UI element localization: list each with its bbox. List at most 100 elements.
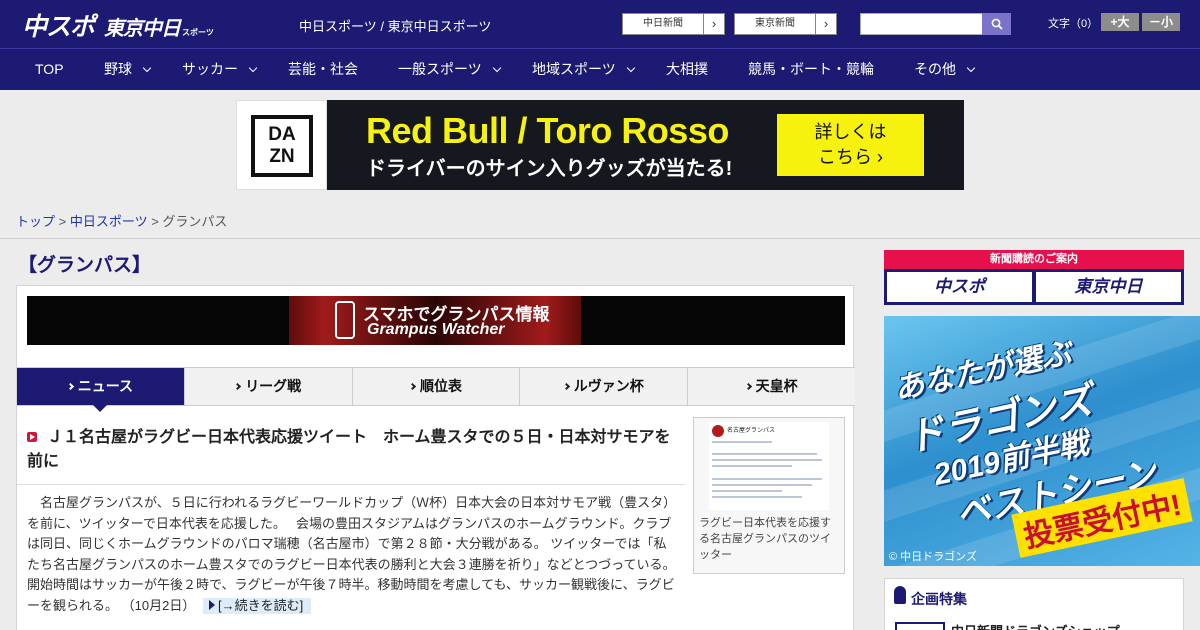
nav-item-others[interactable]: その他	[914, 49, 976, 90]
logo-tag: スポーツ	[182, 28, 214, 37]
main-nav: TOP 野球 サッカー 芸能・社会 一般スポーツ 地域スポーツ 大相撲 競馬・ボ…	[0, 48, 1200, 90]
shop-icon	[895, 622, 945, 630]
feature-item-link[interactable]: 中日新聞ドラゴンズショップ	[951, 621, 1120, 630]
nav-item-sumo[interactable]: 大相撲	[666, 49, 708, 90]
avatar	[712, 425, 724, 437]
tweet-text-line	[712, 496, 802, 498]
header-bar: 中スポ 東京中日 スポーツ 中日スポーツ / 東京中日スポーツ 中日新聞 › 東…	[0, 0, 1200, 48]
site-name-link[interactable]: 中日スポーツ / 東京中日スポーツ	[299, 16, 491, 35]
dazn-logo-box: DA ZN	[236, 100, 327, 190]
ad-headline: Red Bull / Toro Rosso	[366, 110, 729, 151]
tweet-image: 名古屋グランパス	[709, 422, 829, 510]
chevron-right-icon	[408, 382, 417, 391]
tab-standings[interactable]: 順位表	[351, 368, 520, 405]
ad-cta-line2: こちら ›	[818, 147, 883, 167]
dazn-logo-bottom: ZN	[269, 146, 295, 167]
search-input[interactable]	[860, 13, 983, 35]
ad-cta-button[interactable]: 詳しくは こちら ›	[777, 114, 924, 176]
nav-item-entertainment[interactable]: 芸能・社会	[288, 49, 358, 90]
subscription-banner[interactable]: 新聞購読のご案内 中スポ 東京中日	[884, 250, 1184, 305]
nav-item-label: 競馬・ボート・競輪	[748, 61, 874, 77]
chevron-right-icon	[562, 382, 570, 391]
nav-item-label: サッカー	[182, 61, 238, 77]
site-logo[interactable]: 中スポ 東京中日 スポーツ	[22, 7, 214, 41]
ad-cta-line1: 詳しくは	[814, 122, 887, 142]
nav-item-baseball[interactable]: 野球	[104, 49, 152, 90]
tab-label: 天皇杯	[755, 378, 798, 394]
tab-news[interactable]: ニュース	[17, 368, 184, 412]
font-size-label: 文字（0）	[1048, 18, 1099, 30]
article-date: （10月2日）	[121, 597, 196, 613]
breadcrumb-separator: >	[147, 214, 163, 229]
chevron-down-icon	[492, 63, 501, 73]
nav-item-general-sports[interactable]: 一般スポーツ	[398, 49, 501, 90]
chunichi-sports-subscribe[interactable]: 中スポ	[887, 272, 1032, 302]
breadcrumb-separator: >	[55, 214, 70, 229]
chevron-down-icon	[142, 63, 152, 73]
font-smaller-button[interactable]: －小	[1142, 13, 1180, 31]
nav-item-label: 芸能・社会	[288, 61, 358, 77]
copyright-text: © 中日ドラゴンズ	[889, 551, 977, 563]
nav-item-label: その他	[914, 61, 956, 77]
dragons-vote-ad[interactable]: あなたが選ぶ ドラゴンズ 2019前半戦 ベストシーン 投票受付中! © 中日ド…	[884, 316, 1200, 566]
article-headline[interactable]: Ｊ１名古屋がラグビー日本代表応援ツイート ホーム豊スタでの５日・日本対サモアを前…	[27, 426, 682, 474]
banner-line2: Grampus Watcher	[367, 321, 505, 338]
article-thumbnail[interactable]: 名古屋グランパス ラグビー日本代表を応援する名古屋グランパスのツイッター	[693, 417, 845, 574]
tokyo-shimbun-button[interactable]: 東京新聞 ›	[734, 13, 837, 35]
search-button[interactable]	[982, 13, 1011, 35]
tweet-account-name: 名古屋グランパス	[727, 428, 776, 434]
nav-item-top[interactable]: TOP	[35, 49, 64, 90]
dazn-ad-banner[interactable]: DA ZN Red Bull / Toro Rosso ドライバーのサイン入りグ…	[236, 100, 964, 190]
chevron-right-icon	[66, 382, 74, 391]
main-content: スマホでグランパス情報 Grampus Watcher ニュース リーグ戦 順位…	[16, 285, 855, 630]
article-headline-text: Ｊ１名古屋がラグビー日本代表応援ツイート ホーム豊スタでの５日・日本対サモアを前…	[27, 429, 671, 470]
chevron-right-icon	[744, 382, 752, 391]
paper-button-label: 東京新聞	[755, 18, 795, 29]
tab-league[interactable]: リーグ戦	[183, 368, 352, 405]
read-more-label: [→続きを読む]	[217, 597, 304, 613]
paper-button-label: 中日新聞	[643, 18, 683, 29]
smartphone-icon	[335, 301, 355, 339]
article-body-text: 名古屋グランパスが、５日に行われるラグビーワールドカップ（Ｗ杯）日本大会の日本対…	[27, 495, 677, 613]
grampus-watcher-banner[interactable]: スマホでグランパス情報 Grampus Watcher	[27, 296, 845, 345]
nav-item-label: 大相撲	[666, 61, 708, 77]
breadcrumb-chunichi-sports-link[interactable]: 中日スポーツ	[70, 214, 148, 229]
tweet-text-line	[712, 490, 782, 492]
tab-label: リーグ戦	[245, 378, 302, 394]
nav-item-racing[interactable]: 競馬・ボート・競輪	[748, 49, 874, 90]
logo-sub: 東京中日	[104, 18, 181, 40]
dazn-logo: DA ZN	[251, 115, 313, 177]
logo-main: 中スポ	[22, 13, 95, 41]
tweet-text-line	[712, 459, 822, 461]
breadcrumb-top-link[interactable]: トップ	[16, 214, 55, 229]
chevron-down-icon	[966, 63, 976, 73]
font-larger-button[interactable]: +大	[1101, 13, 1139, 31]
chunichi-shimbun-button[interactable]: 中日新聞 ›	[622, 13, 725, 35]
nav-item-label: 野球	[104, 61, 132, 77]
nav-item-label: 地域スポーツ	[532, 61, 616, 77]
nav-item-soccer[interactable]: サッカー	[182, 49, 258, 90]
pin-icon	[894, 586, 906, 604]
subscription-bar: 新聞購読のご案内	[884, 250, 1184, 269]
dazn-logo-top: DA	[268, 124, 296, 145]
triangle-right-icon	[208, 599, 215, 610]
feature-section: 企画特集 中日新聞ドラゴンズショップ	[884, 578, 1184, 630]
tokyo-chunichi-subscribe[interactable]: 東京中日	[1036, 272, 1181, 302]
tweet-text-line	[712, 478, 822, 480]
chevron-down-icon	[248, 63, 258, 73]
nav-item-local-sports[interactable]: 地域スポーツ	[532, 49, 635, 90]
nav-item-label: TOP	[35, 61, 64, 77]
tab-levain-cup[interactable]: ルヴァン杯	[519, 368, 688, 405]
chevron-down-icon	[626, 63, 635, 73]
tab-emperors-cup[interactable]: 天皇杯	[687, 368, 855, 405]
category-tabs: ニュース リーグ戦 順位表 ルヴァン杯 天皇杯	[17, 367, 855, 412]
chevron-right-icon: ›	[703, 14, 724, 34]
tweet-text-line	[712, 453, 817, 455]
thumbnail-caption: ラグビー日本代表を応援する名古屋グランパスのツイッター	[699, 517, 831, 561]
read-more-link[interactable]: [→続きを読む]	[202, 597, 312, 614]
nav-item-label: 一般スポーツ	[398, 61, 482, 77]
divider	[0, 238, 1200, 239]
tweet-text-line	[712, 441, 772, 443]
chevron-right-icon	[234, 382, 242, 391]
ad-subline: ドライバーのサイン入りグッズが当たる!	[366, 158, 733, 180]
